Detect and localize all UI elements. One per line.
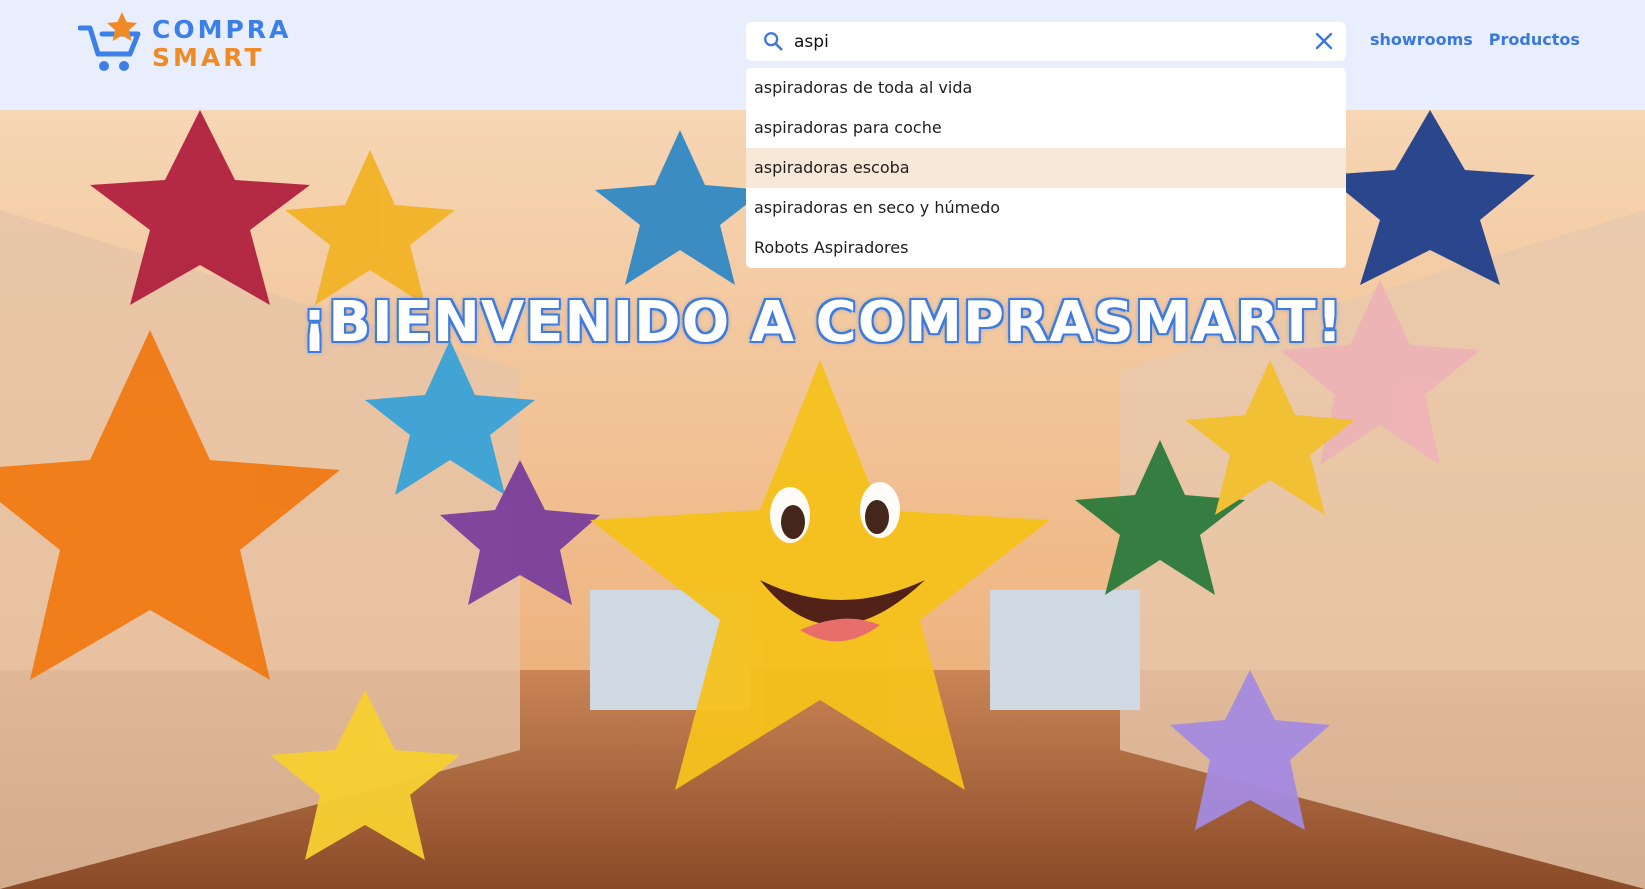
suggestion-item-highlighted[interactable]: aspiradoras escoba xyxy=(746,148,1346,188)
suggestion-item[interactable]: aspiradoras en seco y húmedo xyxy=(746,188,1346,228)
nav-link-productos[interactable]: Productos xyxy=(1489,30,1580,49)
brand-line2: SMART xyxy=(152,43,265,72)
cart-star-icon xyxy=(78,12,141,71)
nav-link-showrooms[interactable]: showrooms xyxy=(1370,30,1473,49)
suggestion-item[interactable]: aspiradoras para coche xyxy=(746,108,1346,148)
hero-title: ¡BIENVENIDO A COMPRASMART! xyxy=(301,290,1344,355)
search-box xyxy=(746,22,1346,61)
suggestion-item[interactable]: Robots Aspiradores xyxy=(746,228,1346,268)
brand-logo[interactable]: COMPRA SMART xyxy=(78,10,298,74)
close-icon[interactable] xyxy=(1314,31,1334,51)
search-input[interactable] xyxy=(794,22,1294,61)
search-icon xyxy=(764,32,783,51)
brand-wordmark: COMPRA SMART xyxy=(152,16,291,72)
brand-line1: COMPRA xyxy=(152,15,292,44)
search-suggestions: aspiradoras de toda al vida aspiradoras … xyxy=(746,68,1346,268)
main-nav: showrooms Productos xyxy=(1370,30,1580,49)
suggestion-item[interactable]: aspiradoras de toda al vida xyxy=(746,68,1346,108)
